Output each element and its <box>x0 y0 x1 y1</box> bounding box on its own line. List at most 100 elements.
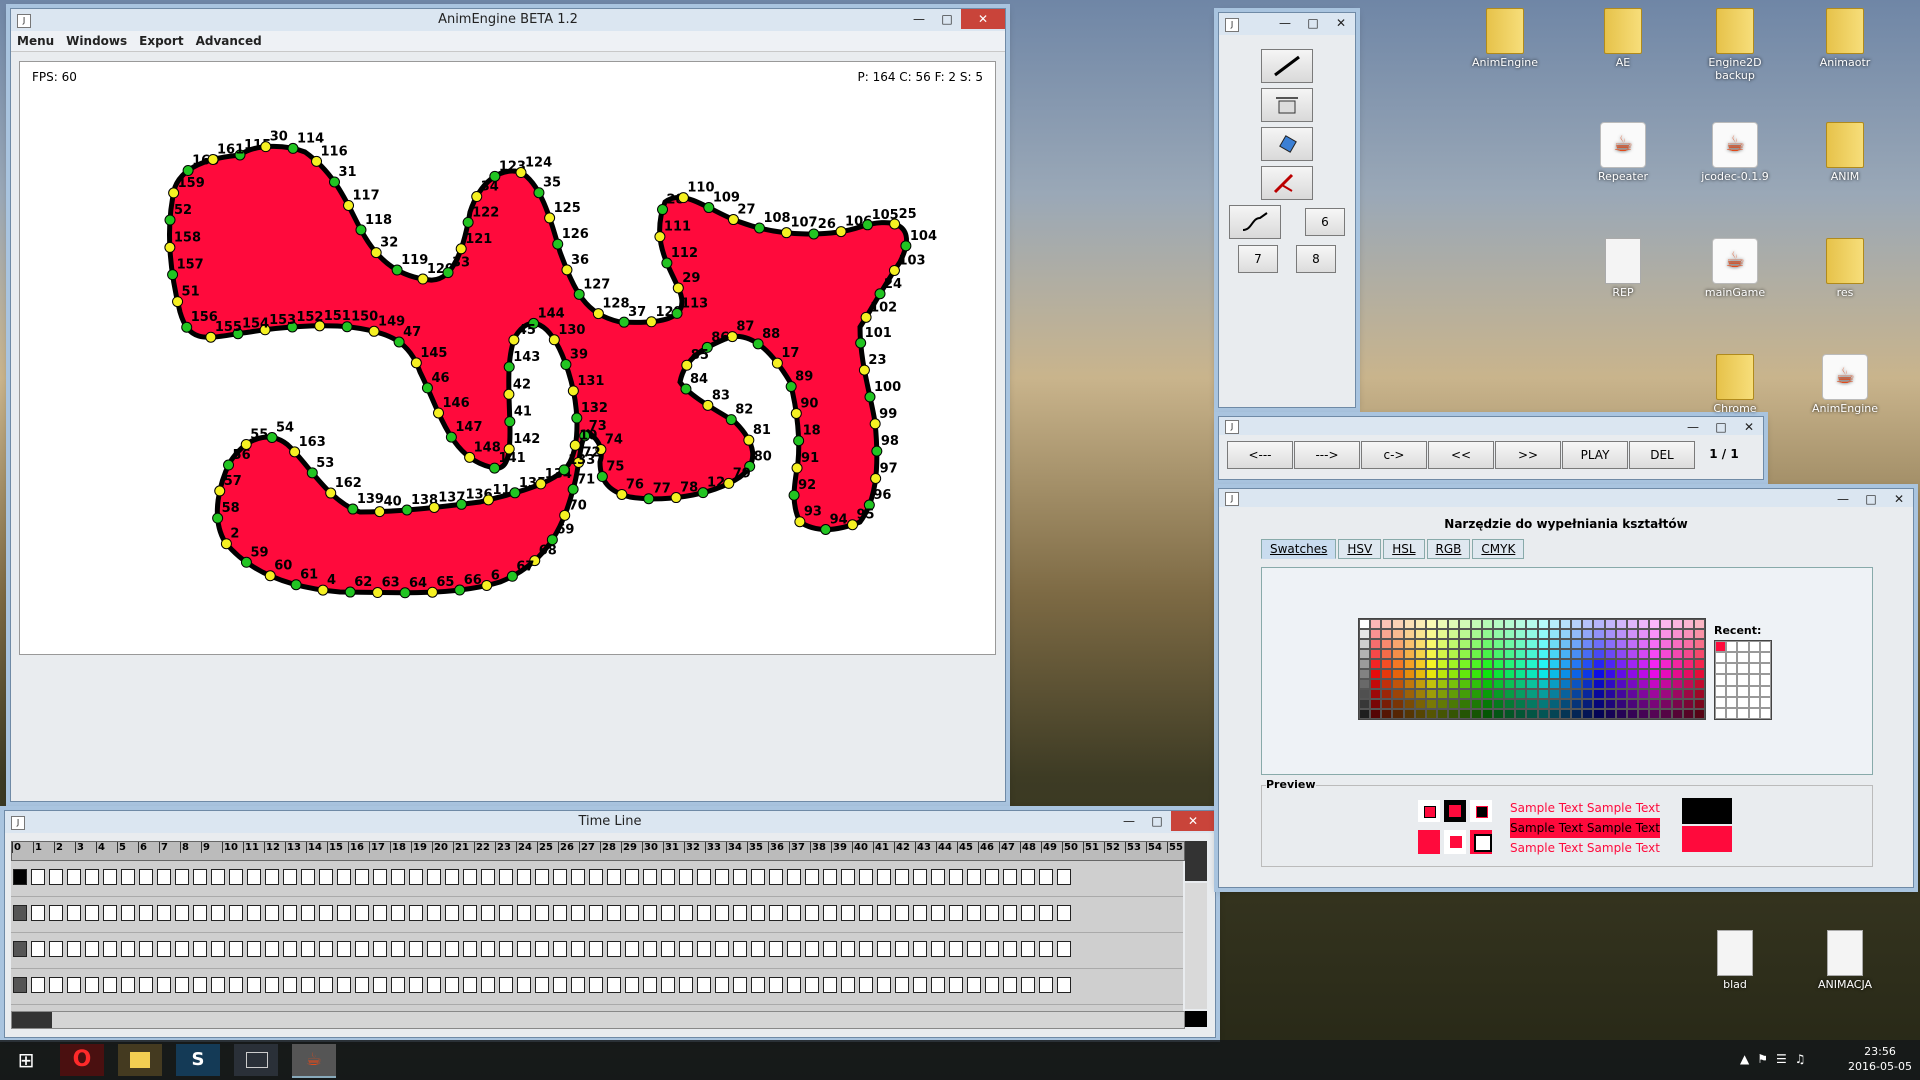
control-point[interactable]: 117 <box>343 188 380 211</box>
color-swatch[interactable] <box>1615 689 1627 699</box>
color-swatch[interactable] <box>1481 709 1493 719</box>
color-swatch[interactable] <box>1582 669 1594 679</box>
color-swatch[interactable] <box>1459 629 1471 639</box>
color-swatch[interactable] <box>1470 689 1482 699</box>
timeline-cell[interactable] <box>427 905 441 921</box>
color-swatch[interactable] <box>1582 629 1594 639</box>
color-swatch[interactable] <box>1548 709 1560 719</box>
timeline-cell[interactable] <box>13 905 27 921</box>
color-swatch[interactable] <box>1671 679 1683 689</box>
color-swatch[interactable] <box>1626 639 1639 649</box>
color-swatch[interactable] <box>1615 639 1627 649</box>
color-swatch[interactable] <box>1381 699 1393 709</box>
timeline-cell[interactable] <box>877 869 891 885</box>
timeline-cell[interactable] <box>877 977 891 993</box>
timeline-cell[interactable] <box>211 869 225 885</box>
tab-hsv[interactable]: HSV <box>1338 539 1382 559</box>
recent-swatch[interactable] <box>1715 685 1727 697</box>
color-swatch[interactable] <box>1693 699 1705 709</box>
timeline-cell[interactable] <box>967 869 981 885</box>
color-swatch[interactable] <box>1693 689 1705 699</box>
recent-swatch[interactable] <box>1715 674 1727 686</box>
timeline-cell[interactable] <box>85 869 99 885</box>
timeline-cell[interactable] <box>247 941 261 957</box>
timeline-cell[interactable] <box>895 905 909 921</box>
timeline-cell[interactable] <box>409 977 423 993</box>
timeline-cell[interactable] <box>31 905 45 921</box>
color-swatch[interactable] <box>1414 639 1426 649</box>
recent-swatch[interactable] <box>1726 652 1738 664</box>
color-swatch[interactable] <box>1381 649 1393 659</box>
close-button[interactable]: ✕ <box>1171 811 1215 831</box>
frame-number[interactable]: 49 <box>1041 842 1062 853</box>
number-button-7[interactable]: 7 <box>1238 245 1278 273</box>
frame-number[interactable]: 42 <box>894 842 915 853</box>
recent-swatch[interactable] <box>1759 685 1771 697</box>
timeline-cell[interactable] <box>985 905 999 921</box>
color-swatch[interactable] <box>1370 679 1382 689</box>
timeline-cell[interactable] <box>553 977 567 993</box>
timeline-cell[interactable] <box>319 941 333 957</box>
control-point[interactable]: 31 <box>328 165 357 188</box>
desktop-icon[interactable]: res <box>1800 238 1890 299</box>
color-swatch[interactable] <box>1403 669 1415 679</box>
timeline-cell[interactable] <box>463 941 477 957</box>
color-swatch[interactable] <box>1492 709 1505 719</box>
color-swatch[interactable] <box>1492 629 1505 639</box>
timeline-cell[interactable] <box>859 905 873 921</box>
color-swatch[interactable] <box>1403 679 1415 689</box>
color-swatch[interactable] <box>1593 669 1605 679</box>
color-swatch[interactable] <box>1359 689 1371 699</box>
timeline-cell[interactable] <box>1039 977 1053 993</box>
color-swatch[interactable] <box>1660 689 1672 699</box>
color-swatch[interactable] <box>1660 629 1672 639</box>
timeline-cell[interactable] <box>445 905 459 921</box>
recent-swatch[interactable] <box>1737 641 1749 653</box>
timeline-cell[interactable] <box>481 905 495 921</box>
timeline-cell[interactable] <box>31 977 45 993</box>
color-swatch[interactable] <box>1615 669 1627 679</box>
frame-number[interactable]: 54 <box>1146 842 1167 853</box>
timeline-cell[interactable] <box>499 869 513 885</box>
color-swatch[interactable] <box>1459 669 1471 679</box>
timeline-cell[interactable] <box>643 869 657 885</box>
color-swatch[interactable] <box>1370 669 1382 679</box>
desktop-icon[interactable]: ANIMACJA <box>1800 930 1890 991</box>
color-swatch[interactable] <box>1548 669 1560 679</box>
frame-number[interactable]: 4 <box>96 842 117 853</box>
color-swatch[interactable] <box>1425 629 1438 639</box>
timeline-cell[interactable] <box>913 941 927 957</box>
color-swatch[interactable] <box>1448 649 1460 659</box>
timeline-cell[interactable] <box>949 905 963 921</box>
timeline-cell[interactable] <box>49 905 63 921</box>
recent-swatch[interactable] <box>1715 641 1727 653</box>
timeline-cell[interactable] <box>1021 905 1035 921</box>
timeline-cell[interactable] <box>913 869 927 885</box>
timeline-cell[interactable] <box>841 941 855 957</box>
color-swatch[interactable] <box>1425 659 1438 669</box>
frame-number[interactable]: 29 <box>621 842 642 853</box>
timeline-cell[interactable] <box>697 977 711 993</box>
color-swatch[interactable] <box>1492 659 1505 669</box>
timeline-cell[interactable] <box>877 941 891 957</box>
timeline-cell[interactable] <box>1003 869 1017 885</box>
copy-forward-button[interactable]: c-> <box>1361 441 1427 469</box>
tab-rgb[interactable]: RGB <box>1426 539 1471 559</box>
timeline-cell[interactable] <box>211 941 225 957</box>
color-swatch[interactable] <box>1649 639 1661 649</box>
minimize-button[interactable]: — <box>1829 489 1857 509</box>
color-swatch[interactable] <box>1515 669 1527 679</box>
color-swatch[interactable] <box>1682 709 1694 719</box>
color-swatch[interactable] <box>1660 649 1672 659</box>
timeline-cell[interactable] <box>1057 905 1071 921</box>
timeline-cell[interactable] <box>265 941 279 957</box>
color-swatch[interactable] <box>1537 649 1549 659</box>
color-swatch[interactable] <box>1682 669 1694 679</box>
timeline-cell[interactable] <box>1003 977 1017 993</box>
timeline-cell[interactable] <box>589 905 603 921</box>
timeline-cell[interactable] <box>751 941 765 957</box>
timeline-cell[interactable] <box>157 905 171 921</box>
timeline-cell[interactable] <box>787 941 801 957</box>
color-swatch[interactable] <box>1615 629 1627 639</box>
color-swatch[interactable] <box>1582 709 1594 719</box>
